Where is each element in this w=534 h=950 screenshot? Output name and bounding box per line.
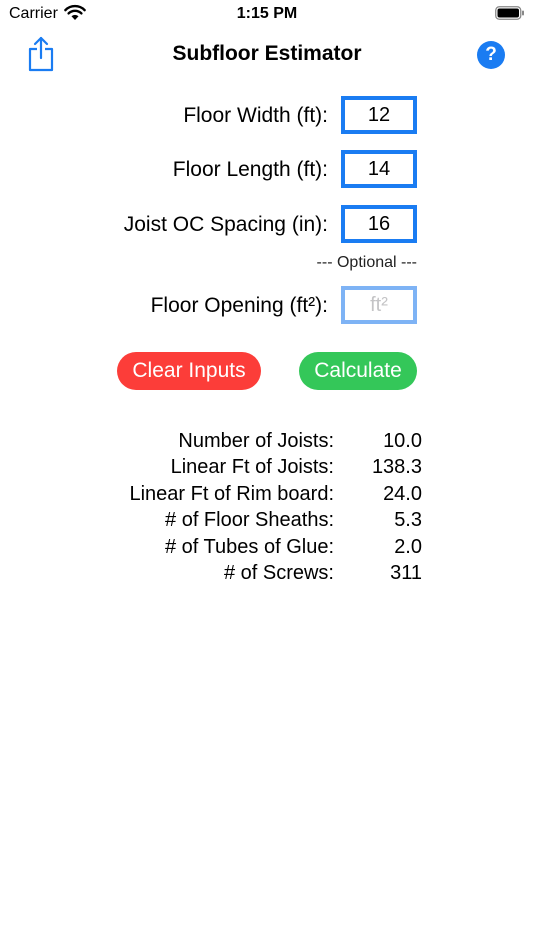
status-bar: Carrier 1:15 PM <box>0 0 534 28</box>
joist-spacing-label: Joist OC Spacing (in): <box>123 213 328 236</box>
result-row-rim-board: Linear Ft of Rim board: 24.0 <box>0 483 534 509</box>
result-row-joists: Number of Joists: 10.0 <box>0 430 534 456</box>
result-row-glue: # of Tubes of Glue: 2.0 <box>0 536 534 562</box>
floor-width-input[interactable] <box>341 96 417 134</box>
result-label: # of Tubes of Glue: <box>165 535 334 558</box>
help-icon[interactable]: ? <box>477 41 505 69</box>
floor-width-row: Floor Width (ft): <box>0 96 534 136</box>
floor-opening-label: Floor Opening (ft²): <box>150 294 328 317</box>
result-label: Linear Ft of Rim board: <box>129 482 334 505</box>
joist-spacing-input[interactable] <box>341 205 417 243</box>
result-label: # of Screws: <box>223 561 334 584</box>
joist-spacing-row: Joist OC Spacing (in): <box>0 205 534 245</box>
floor-opening-input[interactable] <box>341 286 417 324</box>
result-label: # of Floor Sheaths: <box>165 509 334 532</box>
result-label: Number of Joists: <box>178 430 334 452</box>
results-list: Number of Joists: 10.0 Linear Ft of Jois… <box>0 430 534 588</box>
status-time: 1:15 PM <box>236 5 298 22</box>
nav-bar: Subfloor Estimator ? <box>0 36 534 76</box>
floor-length-label: Floor Length (ft): <box>172 158 328 181</box>
result-value: 24.0 <box>383 482 422 505</box>
optional-divider-label: --- Optional --- <box>316 254 417 271</box>
result-label: Linear Ft of Joists: <box>170 456 334 479</box>
result-value: 138.3 <box>371 456 422 479</box>
result-row-sheaths: # of Floor Sheaths: 5.3 <box>0 509 534 535</box>
battery-icon <box>495 6 524 20</box>
result-value: 10.0 <box>383 430 422 452</box>
result-value: 5.3 <box>394 509 422 532</box>
clear-inputs-button[interactable]: Clear Inputs <box>117 352 261 390</box>
result-row-screws: # of Screws: 311 <box>0 562 534 588</box>
result-value: 2.0 <box>394 535 422 558</box>
result-row-linear-joists: Linear Ft of Joists: 138.3 <box>0 456 534 482</box>
floor-width-label: Floor Width (ft): <box>183 104 328 127</box>
floor-length-input[interactable] <box>341 150 417 188</box>
floor-opening-row: Floor Opening (ft²): <box>0 286 534 326</box>
result-value: 311 <box>390 561 422 584</box>
calculate-button[interactable]: Calculate <box>299 352 417 390</box>
floor-length-row: Floor Length (ft): <box>0 150 534 190</box>
page-title: Subfloor Estimator <box>172 42 362 65</box>
